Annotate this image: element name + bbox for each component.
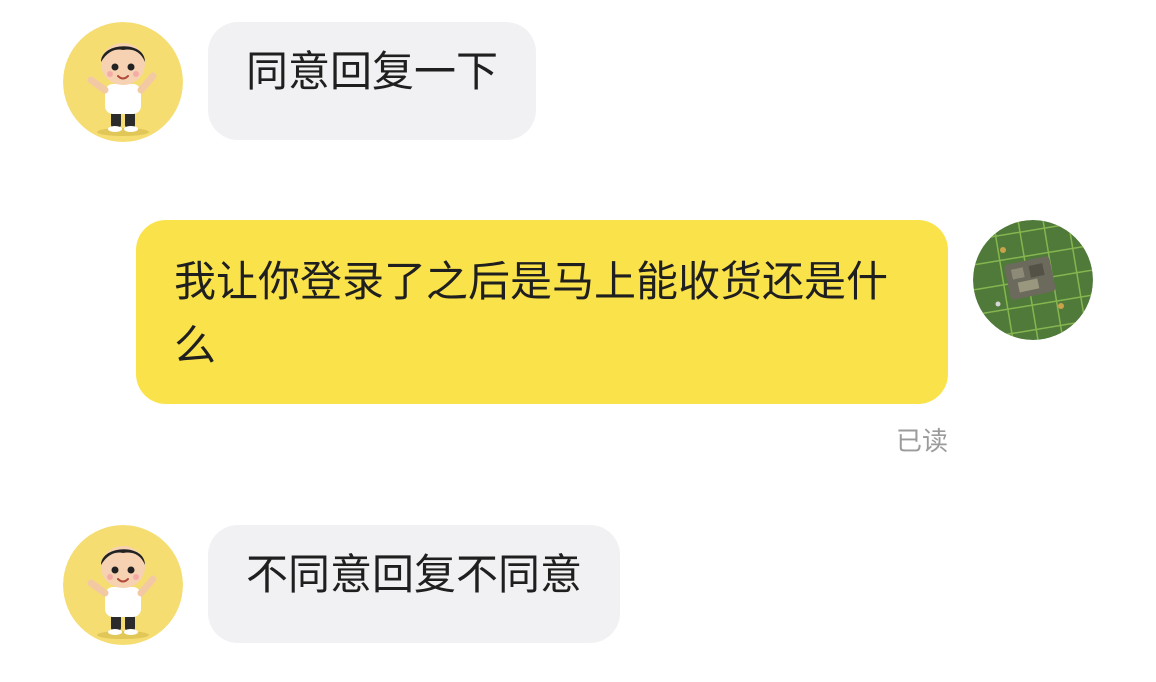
self-avatar[interactable] bbox=[973, 220, 1093, 340]
chat-thread: 同意回复一下 我让你登录了之后是马上能收货还是什么 已读 不同意回复不同意 bbox=[0, 0, 1156, 682]
outgoing-message-bubble[interactable]: 我让你登录了之后是马上能收货还是什么 bbox=[136, 220, 948, 404]
message-text: 不同意回复不同意 bbox=[246, 550, 583, 599]
read-status: 已读 bbox=[895, 427, 948, 457]
contact-avatar[interactable] bbox=[63, 525, 183, 645]
incoming-message-bubble[interactable]: 不同意回复不同意 bbox=[208, 525, 621, 643]
cartoon-boy-avatar-icon bbox=[63, 525, 183, 645]
contact-avatar[interactable] bbox=[63, 22, 183, 142]
incoming-message-bubble[interactable]: 同意回复一下 bbox=[208, 22, 537, 140]
game-map-avatar-icon bbox=[973, 220, 1093, 340]
cartoon-boy-avatar-icon bbox=[63, 22, 183, 142]
message-text: 我让你登录了之后是马上能收货还是什么 bbox=[174, 257, 889, 370]
message-text: 同意回复一下 bbox=[246, 47, 499, 96]
